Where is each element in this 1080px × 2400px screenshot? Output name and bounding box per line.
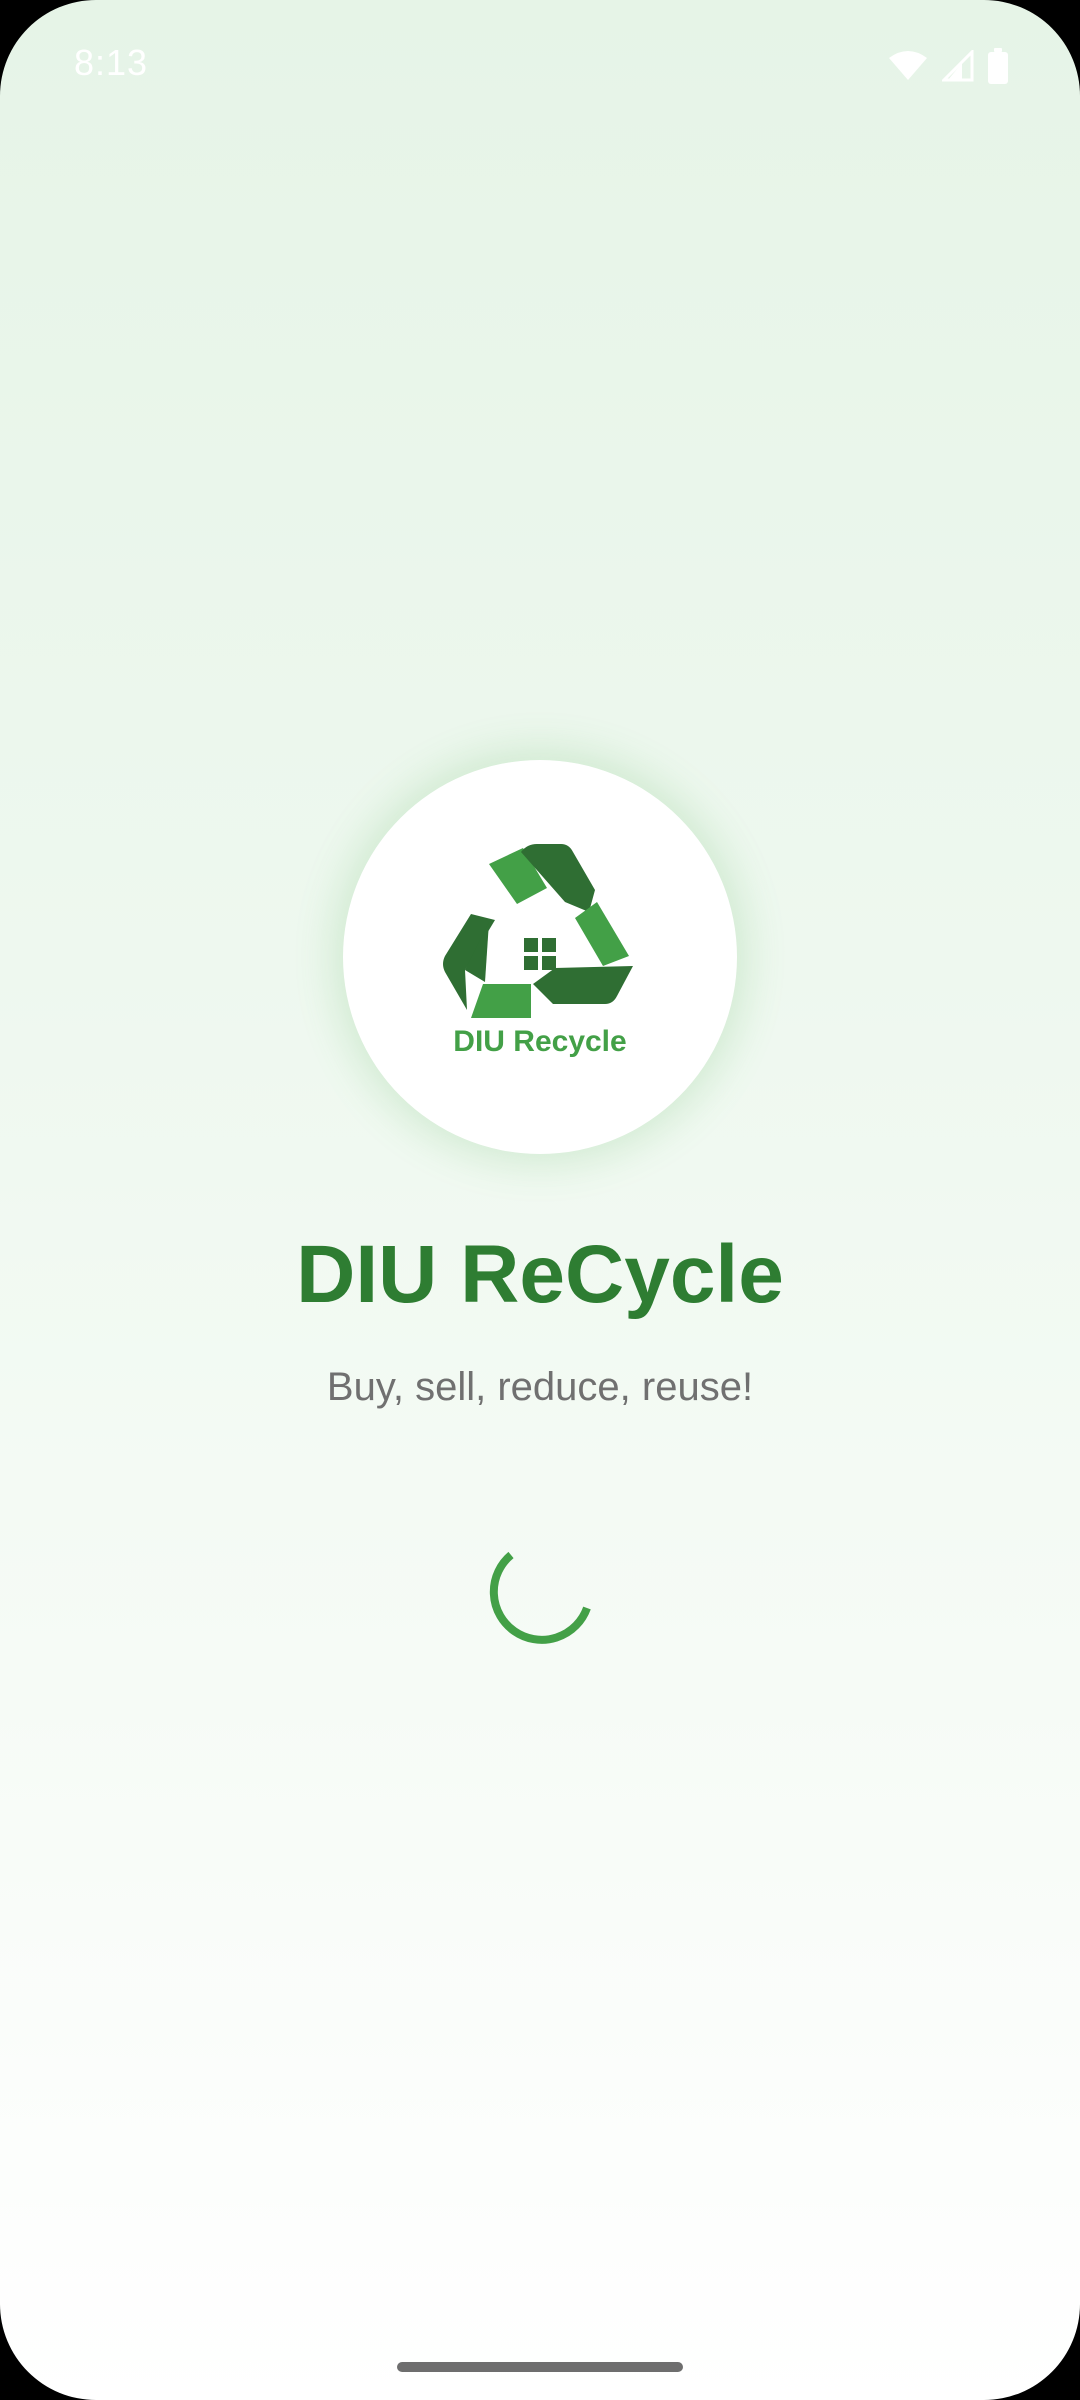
home-indicator[interactable] xyxy=(397,2362,683,2372)
cellular-signal-icon xyxy=(942,50,974,82)
battery-icon xyxy=(988,48,1008,84)
status-bar: 8:13 xyxy=(0,0,1080,130)
status-icons xyxy=(888,48,1008,84)
status-time: 8:13 xyxy=(74,42,149,83)
logo-text: DIU Recycle xyxy=(453,1025,626,1058)
loading-spinner-icon xyxy=(486,1544,594,1652)
recycle-house-icon: DIU Recycle xyxy=(443,844,633,1058)
app-tagline: Buy, sell, reduce, reuse! xyxy=(326,1365,754,1409)
splash-screen: 8:13 DIU Recycle DIU ReCycle Buy, sell, … xyxy=(0,0,1080,2400)
app-title: DIU ReCycle xyxy=(296,1229,784,1320)
app-logo: DIU Recycle xyxy=(343,760,737,1154)
wifi-icon xyxy=(888,50,928,82)
